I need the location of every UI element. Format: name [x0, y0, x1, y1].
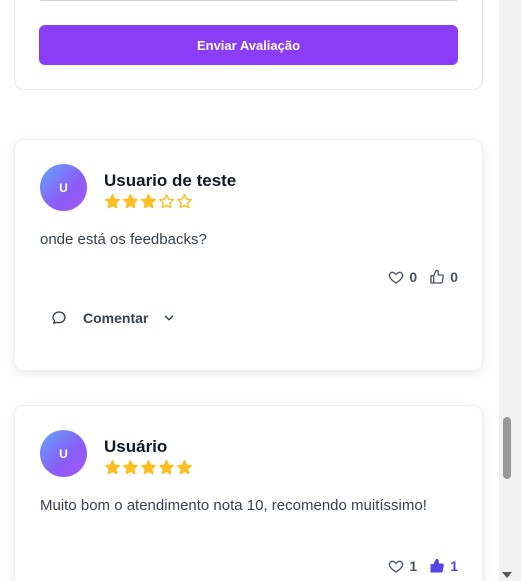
reactions: 1 1 — [388, 558, 458, 574]
review-text: Muito bom o atendimento nota 10, recomen… — [40, 497, 427, 514]
star-rating — [104, 459, 193, 476]
avatar: U — [40, 164, 87, 211]
comment-label: Comentar — [83, 310, 149, 326]
review-author-name: Usuário — [104, 437, 168, 456]
scrollbar-track[interactable] — [499, 0, 521, 581]
like-count: 0 — [450, 269, 458, 285]
review-text: onde está os feedbacks? — [40, 231, 207, 248]
heart-count: 0 — [409, 269, 418, 285]
reactions: 0 0 — [388, 269, 458, 285]
star-filled-icon — [141, 460, 156, 475]
text-field-bottom-edge[interactable] — [40, 0, 457, 1]
avatar: U — [40, 430, 87, 477]
heart-icon — [389, 560, 404, 573]
star-rating — [104, 193, 193, 210]
like-reaction-button[interactable]: 0 — [429, 269, 458, 285]
star-filled-icon — [123, 194, 138, 209]
star-empty-icon — [159, 194, 174, 209]
star-empty-icon — [177, 194, 192, 209]
chevron-down-icon — [165, 315, 174, 321]
thumbs-up-icon — [430, 269, 445, 284]
scrollbar-thumb[interactable] — [503, 417, 511, 479]
like-reaction-button[interactable]: 1 — [429, 558, 458, 574]
review-author-name: Usuario de teste — [104, 171, 237, 190]
comment-icon — [52, 311, 66, 324]
star-filled-icon — [177, 460, 192, 475]
scroll-down-arrow-icon[interactable] — [502, 572, 512, 578]
heart-count: 1 — [409, 558, 418, 574]
star-filled-icon — [141, 194, 156, 209]
star-filled-icon — [123, 460, 138, 475]
star-filled-icon — [105, 194, 120, 209]
comment-toggle[interactable]: Comentar — [51, 310, 176, 326]
submit-review-button[interactable]: Enviar Avaliação — [39, 25, 458, 65]
review-card: U Usuário Muito bom o atendimento nota 1… — [14, 405, 483, 581]
heart-reaction-button[interactable]: 1 — [388, 558, 417, 574]
heart-icon — [389, 271, 404, 284]
thumbs-up-filled-icon — [430, 558, 444, 573]
review-card: U Usuario de teste onde está os feedback… — [14, 139, 483, 371]
star-filled-icon — [159, 460, 174, 475]
page: Enviar Avaliação U Usuario de teste onde… — [0, 0, 499, 581]
like-count: 1 — [450, 558, 458, 574]
heart-reaction-button[interactable]: 0 — [388, 269, 417, 285]
star-filled-icon — [105, 460, 120, 475]
